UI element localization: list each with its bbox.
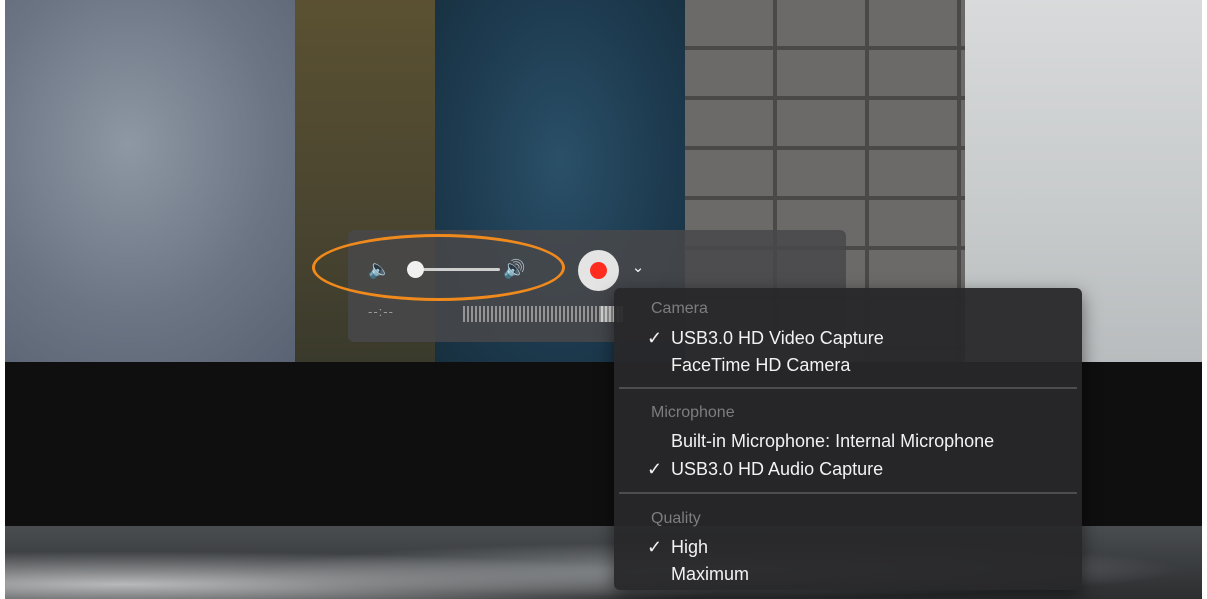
menu-item-quality-maximum[interactable]: Maximum <box>614 561 1082 587</box>
menu-item-builtin-microphone[interactable]: Built-in Microphone: Internal Microphone <box>614 428 1082 454</box>
checkmark-icon: ✓ <box>647 459 663 479</box>
screen-area: 🔈 🔊 ⌄ --:-- Camera ✓ USB3.0 HD Video Cap… <box>5 0 1202 599</box>
menu-item-quality-high[interactable]: ✓ High <box>614 534 1082 560</box>
menu-header-microphone: Microphone <box>651 404 735 421</box>
checkmark-icon: ✓ <box>647 537 663 557</box>
annotation-ellipse <box>312 234 565 301</box>
menu-item-label: High <box>671 537 709 557</box>
menu-item-facetime-camera[interactable]: FaceTime HD Camera <box>614 352 1082 378</box>
menu-item-label: USB3.0 HD Video Capture <box>671 328 884 348</box>
record-icon <box>590 262 607 279</box>
video-figure-coat <box>5 0 315 362</box>
menu-separator <box>619 387 1077 389</box>
time-readout: --:-- <box>368 304 394 319</box>
checkmark-icon: ✓ <box>647 328 663 348</box>
menu-item-usb-audio-capture[interactable]: ✓ USB3.0 HD Audio Capture <box>614 456 1082 482</box>
menu-item-label: FaceTime HD Camera <box>671 355 851 375</box>
menu-item-label: Maximum <box>671 564 750 584</box>
menu-item-label: Built-in Microphone: Internal Microphone <box>671 431 995 451</box>
menu-header-quality: Quality <box>651 510 701 527</box>
menu-header-camera: Camera <box>651 300 708 317</box>
audio-level-meter <box>463 306 623 322</box>
chevron-down-icon[interactable]: ⌄ <box>630 258 646 278</box>
menu-separator <box>619 492 1077 494</box>
menu-item-label: USB3.0 HD Audio Capture <box>671 459 884 479</box>
menu-item-usb-video-capture[interactable]: ✓ USB3.0 HD Video Capture <box>614 325 1082 351</box>
options-menu: Camera ✓ USB3.0 HD Video Capture FaceTim… <box>614 288 1082 590</box>
record-button[interactable] <box>578 250 619 291</box>
